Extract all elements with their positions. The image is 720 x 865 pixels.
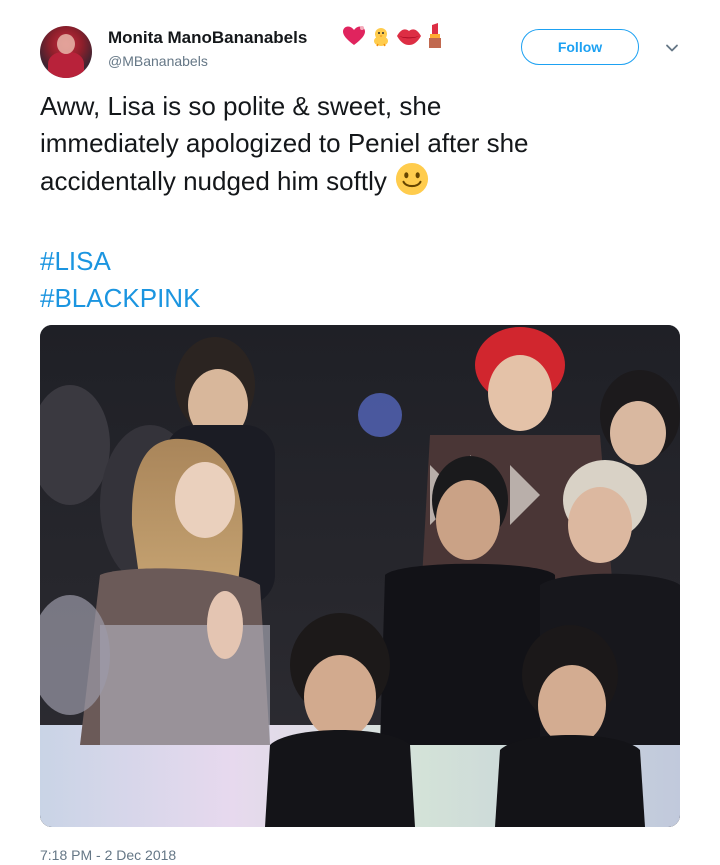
author-handle[interactable]: @MBananabels [108,53,208,69]
author-display-name[interactable]: Monita ManoBananabels [108,28,307,48]
tweet-text: Aww, Lisa is so polite & sweet, she imme… [40,88,680,200]
chick-icon [374,28,388,47]
tweet-text-line: immediately apologized to Peniel after s… [40,128,529,158]
hashtag-link[interactable]: #BLACKPINK [40,280,200,317]
tweet-text-line: Aww, Lisa is so polite & sweet, she [40,91,442,121]
tweet-text-line-content: accidentally nudged him softly [40,166,387,196]
lips-icon [397,29,421,45]
avatar[interactable] [40,26,92,78]
name-emoji-row [342,23,444,48]
hashtag-link[interactable]: #LISA [40,243,200,280]
lipstick-icon [429,23,441,48]
follow-button[interactable]: Follow [521,29,639,65]
video-frame-image [40,325,680,827]
avatar-figure-body [48,52,84,78]
media-video-still[interactable] [40,325,680,827]
avatar-figure-face [57,34,75,54]
heart-icon [343,26,365,45]
tweet-card: Monita ManoBananabels @MBananabels Follo… [0,0,720,865]
hashtag-list: #LISA #BLACKPINK [40,243,200,317]
smiling-face-icon [395,162,428,196]
tweet-text-line: accidentally nudged him softly [40,162,680,200]
tweet-timestamp[interactable]: 7:18 PM - 2 Dec 2018 [40,847,176,863]
chevron-down-icon[interactable] [664,40,680,56]
